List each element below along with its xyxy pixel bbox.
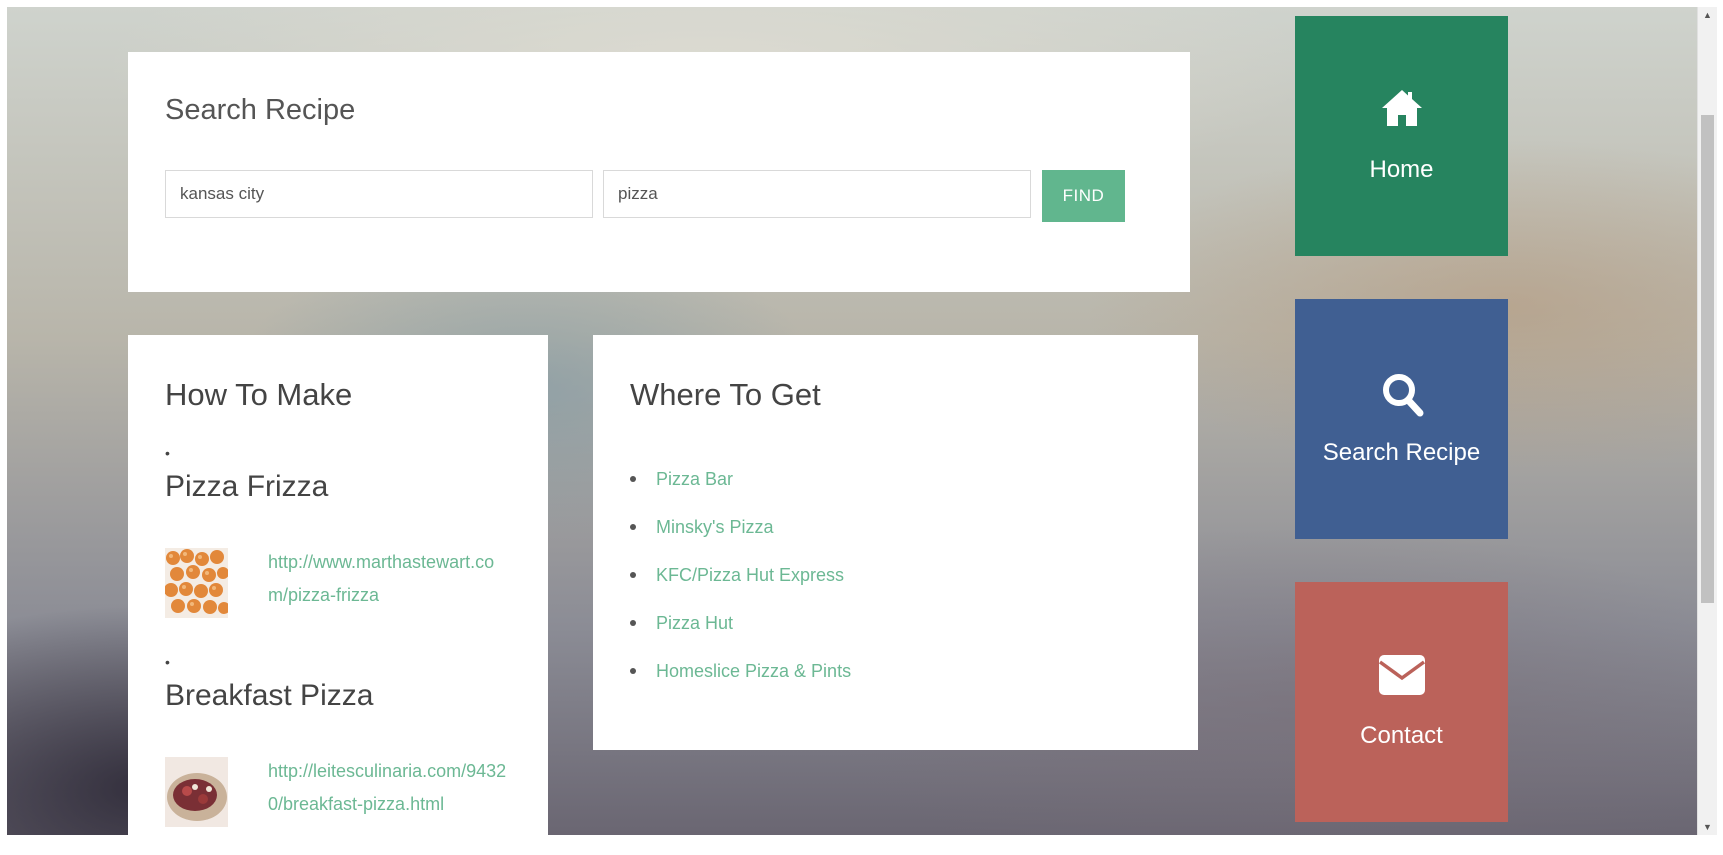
recipe-link[interactable]: http://leitesculinaria.com/94320/breakfa… (268, 755, 511, 821)
list-bullet: • (165, 654, 170, 670)
how-to-make-title: How To Make (165, 377, 353, 412)
list-bullet: • (165, 445, 170, 461)
place-link[interactable]: Pizza Bar (656, 469, 733, 490)
list-item: Pizza Bar (630, 455, 851, 503)
scroll-down-icon[interactable]: ▼ (1698, 819, 1717, 835)
vertical-scrollbar[interactable]: ▲ ▼ (1697, 7, 1717, 835)
recipe-title: Breakfast Pizza (165, 679, 374, 712)
recipe-title: Pizza Frizza (165, 470, 329, 503)
search-recipe-tile[interactable]: Search Recipe (1295, 299, 1508, 539)
contact-tile-label: Contact (1360, 722, 1443, 749)
place-link[interactable]: Homeslice Pizza & Pints (656, 661, 851, 682)
list-item: Pizza Hut (630, 599, 851, 647)
where-to-get-card: Where To Get Pizza Bar Minsky's Pizza KF… (593, 335, 1198, 750)
search-tile-label: Search Recipe (1322, 439, 1481, 466)
find-button[interactable]: FIND (1042, 170, 1125, 222)
home-icon (1295, 88, 1508, 134)
place-link[interactable]: Minsky's Pizza (656, 517, 773, 538)
location-input[interactable] (165, 170, 593, 218)
where-to-get-title: Where To Get (630, 377, 821, 412)
recipe-search-input[interactable] (603, 170, 1031, 218)
list-item: KFC/Pizza Hut Express (630, 551, 851, 599)
search-card-title: Search Recipe (165, 94, 356, 126)
home-tile[interactable]: Home (1295, 16, 1508, 256)
list-bullet (630, 668, 636, 674)
how-to-make-card: How To Make • Pizza Frizza http://www.ma… (128, 335, 548, 855)
list-bullet (630, 524, 636, 530)
home-tile-label: Home (1369, 156, 1434, 183)
list-item: Minsky's Pizza (630, 503, 851, 551)
list-bullet (630, 476, 636, 482)
recipe-item: • Breakfast Pizza http://leitesculinaria… (165, 654, 525, 827)
scrollbar-thumb[interactable] (1701, 115, 1714, 603)
recipe-thumbnail[interactable] (165, 757, 228, 827)
recipe-item: • Pizza Frizza http://www.marthastewart.… (165, 445, 525, 618)
search-icon (1295, 371, 1508, 417)
list-item: Homeslice Pizza & Pints (630, 647, 851, 695)
places-list: Pizza Bar Minsky's Pizza KFC/Pizza Hut E… (630, 455, 851, 695)
contact-tile[interactable]: Contact (1295, 582, 1508, 822)
list-bullet (630, 620, 636, 626)
search-recipe-card: Search Recipe FIND (128, 52, 1190, 292)
recipe-thumbnail[interactable] (165, 548, 228, 618)
recipe-link[interactable]: http://www.marthastewart.com/pizza-frizz… (268, 546, 511, 612)
place-link[interactable]: Pizza Hut (656, 613, 733, 634)
envelope-icon (1295, 654, 1508, 700)
scroll-up-icon[interactable]: ▲ (1698, 7, 1717, 23)
place-link[interactable]: KFC/Pizza Hut Express (656, 565, 844, 586)
list-bullet (630, 572, 636, 578)
